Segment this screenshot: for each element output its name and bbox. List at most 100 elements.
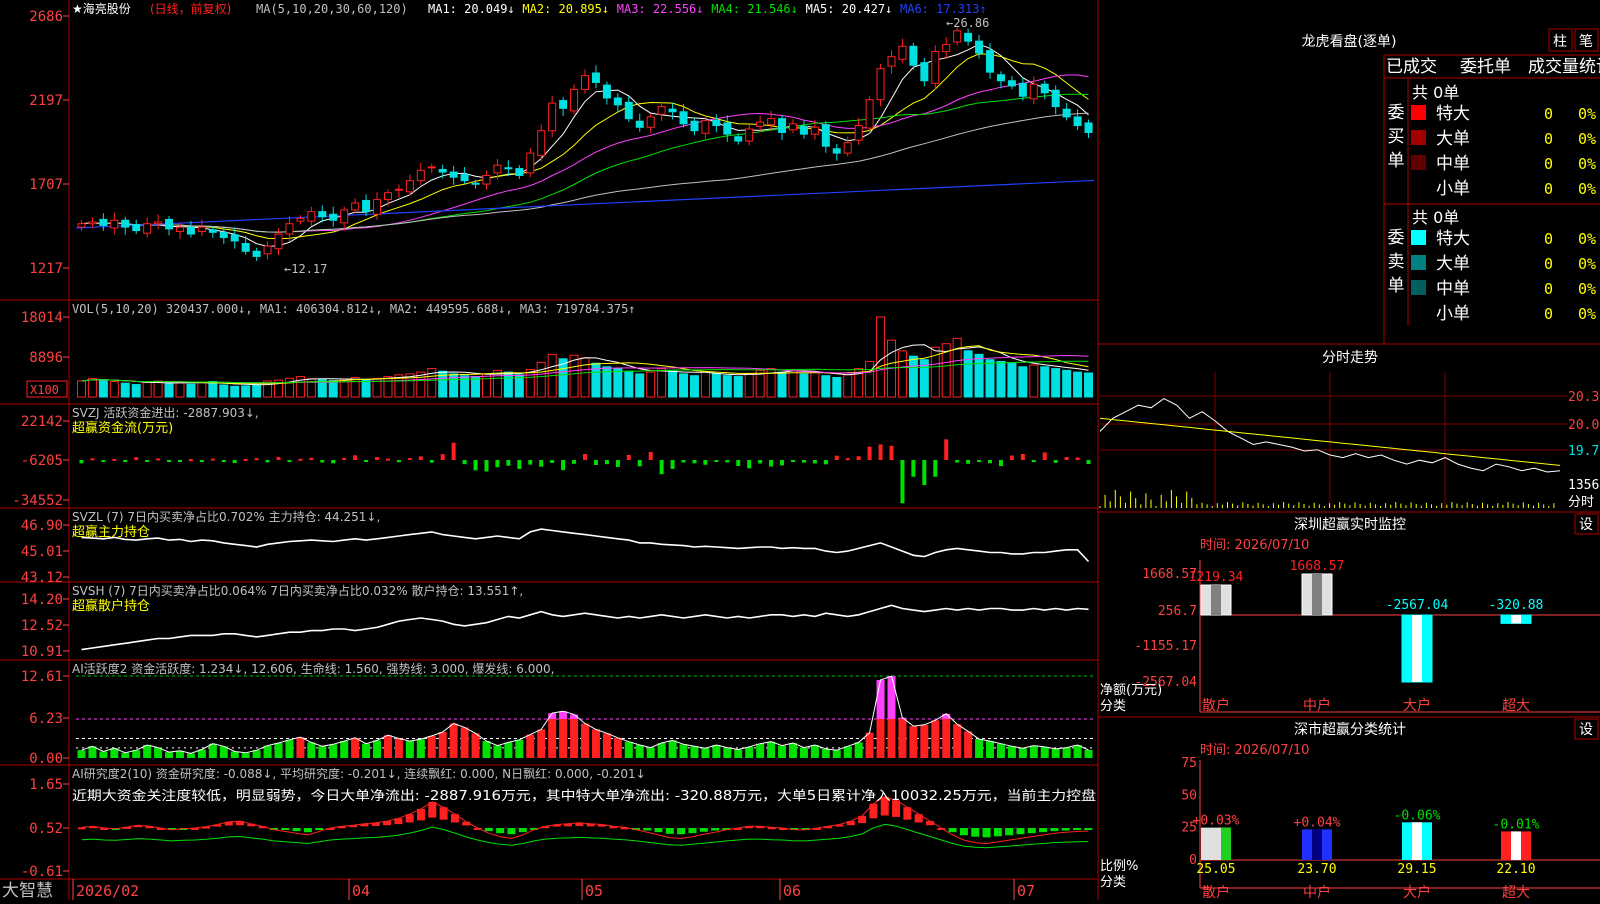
ai-research-header: AI研究度2(10) 资金研究度: -0.088↓, 平均研究度: -0.201… [72,766,646,781]
ai-activity-bar [745,746,754,758]
fund-flow-bar [626,454,631,460]
ai-activity-bar [756,743,765,758]
candle-body [712,119,721,127]
candle-body [219,231,228,238]
stats-value-0: 25.05 [1196,862,1235,877]
volume-bar [87,377,97,398]
period-label[interactable]: (日线，前复权) [150,1,231,16]
candle-body [208,229,217,233]
volume-bar [536,361,546,398]
intraday-y-tick-3: 13560 [1568,478,1600,493]
monitor-value-2: -2567.04 [1386,598,1449,613]
bar-mode-label[interactable]: 柱 [1553,34,1567,50]
candle-body [296,218,305,222]
candle-body [920,62,929,82]
monitor-settings-label[interactable]: 设 [1579,517,1593,533]
stats-settings-label[interactable]: 设 [1579,722,1593,738]
candle-body [121,219,130,228]
volume-bar [646,371,656,398]
ai-research-bar [1027,828,1036,834]
fund-flow-bar [966,460,971,464]
volume-bar [580,357,590,398]
low-price-annotation: ←12.17 [284,262,327,276]
fund-flow-bar [572,460,577,464]
order-tab-2: 成交量统计 [1528,57,1600,77]
monitor-bar-chart: 1668.57256.7-1155.17-2567.041219.34散户166… [1134,559,1600,714]
ai-research-bar [665,828,674,834]
ai-activity-bar [263,745,272,758]
order-swatch [1411,105,1426,120]
volume-y-axis: 18014 8896 [21,310,69,366]
stats-bar-shade-0 [1221,827,1231,860]
volume-bar [974,353,984,398]
retail-holding-tick-1: 12.52 [21,618,63,634]
order-size-pct: 0% [1578,305,1596,323]
candle-body [515,168,524,176]
ai-activity-bar [887,718,896,758]
candle-body [821,124,830,147]
ai-research-bar [959,828,968,836]
intraday-y-tick-1: 20.08 [1568,418,1600,433]
ai-activity-bar [668,740,677,758]
retail-holding-tick-0: 14.20 [21,592,63,608]
ai-research-bar [699,828,708,832]
ai-research-bar [281,828,290,831]
ai-research-bar [496,828,505,834]
volume-bar [1018,366,1028,398]
ma-header-5: MA5: 20.427↓ [806,2,893,16]
fund-flow-bar [429,460,434,463]
fund-flow-bar [955,460,960,463]
fund-flow-bar [484,460,489,472]
volume-bar [963,350,973,398]
x-axis-label-0: 2026/02 [76,882,139,900]
monitor-bar-shade-2 [1412,615,1422,682]
order-swatch [1411,280,1426,295]
ai-activity-bar [657,743,666,758]
fund-flow-bar [889,445,894,460]
ai-research-bar [971,828,980,837]
ma-line-4 [81,93,1089,233]
ai-research-bar [303,828,312,833]
fund-flow-bar [145,460,150,462]
candle-body [307,211,316,222]
dragon-tiger-title: 龙虎看盘(逐单) [1302,33,1397,50]
ai-research-bar [507,828,516,835]
candle-body [373,199,382,215]
ai-activity-bar [646,747,655,758]
fund-flow-bar [659,460,664,475]
fund-flow-bar [900,460,905,504]
ma-header-3: MA3: 22.556↓ [617,2,704,16]
candle-body [788,123,797,131]
volume-unit[interactable]: X100 [30,383,59,397]
ai-research-bar [1005,828,1014,836]
ai-activity-bar [1062,747,1071,758]
ma-line-5 [81,112,1089,233]
ai-activity-bar [591,729,600,758]
ai-activity-bar [121,752,130,758]
fund-flow-bar [199,460,204,463]
ai-activity-bar [810,744,819,758]
x-axis-label-3: 06 [783,882,801,900]
ai-activity-bar [77,750,86,758]
volume-bar [131,384,141,398]
volume-bar [788,368,798,398]
candle-body [438,168,447,173]
ai-research-bar [1016,828,1025,835]
app-logo[interactable]: 大智慧 [2,881,53,901]
app-root: 2686 2197 1707 1217 ★海亮股份 (日线，前复权) MA(5,10,… [0,0,1600,901]
fund-flow-bar [188,459,193,462]
volume-bar [219,384,229,398]
pen-mode-label[interactable]: 笔 [1579,34,1593,50]
ai-research-y-axis: 1.65 0.52 -0.61 [21,777,69,880]
candle-body [723,122,732,135]
ai-activity-bar [296,737,305,758]
ai-activity-bar [876,718,885,758]
volume-bar [821,375,831,398]
ai-activity-bar [624,741,633,758]
ma-header-4: MA4: 21.546↓ [711,2,798,16]
sell-orders-label: 委卖单 [1388,228,1405,296]
fund-flow-bar [353,455,358,460]
stock-title[interactable]: ★海亮股份 [72,1,131,16]
fund-flow-bar [232,460,237,464]
fund-flow-bar [342,457,347,460]
